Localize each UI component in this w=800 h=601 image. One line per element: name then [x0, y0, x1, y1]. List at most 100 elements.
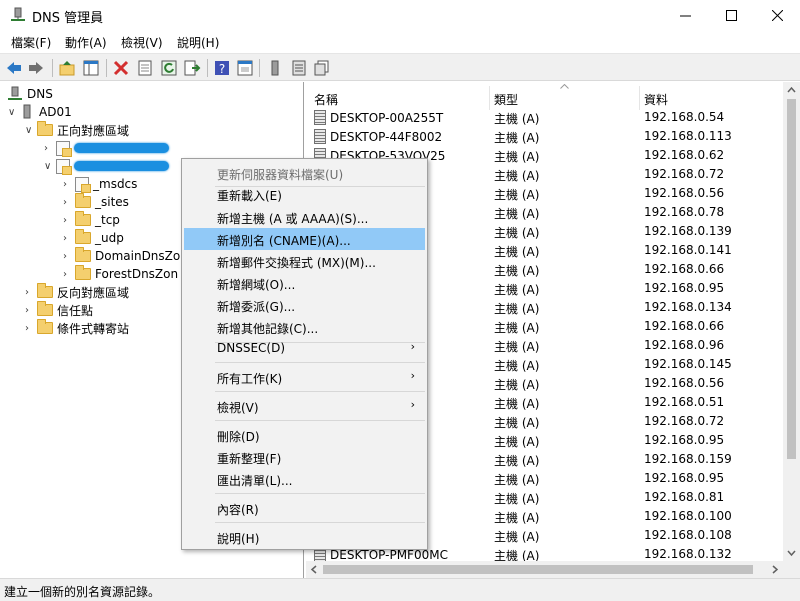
scroll-up-arrow-icon[interactable] — [783, 82, 800, 99]
tree-label: _msdcs — [93, 177, 138, 191]
chevron-right-icon[interactable]: › — [63, 179, 75, 190]
tree-item-trust-points[interactable]: › 信任點 — [25, 301, 93, 319]
context-menu-item[interactable]: 說明(H) — [184, 526, 425, 548]
menu-file[interactable]: 檔案(F) — [11, 34, 51, 51]
toolbar-separator — [207, 59, 208, 77]
host-record-icon — [314, 110, 326, 125]
copy-icon[interactable] — [313, 59, 331, 77]
tree-item-forward-zones[interactable]: ∨ 正向對應區域 — [25, 121, 129, 139]
record-type: 主機 (A) — [494, 435, 540, 449]
tree-item-msdcs[interactable]: › _msdcs — [63, 175, 137, 193]
menu-item-label: 重新整理(F) — [217, 452, 282, 466]
menu-item-label: DNSSEC(D) — [217, 341, 286, 355]
context-menu-item[interactable]: 新增主機 (A 或 AAAA)(S)... — [184, 206, 425, 228]
column-header-name[interactable]: 名稱 — [310, 86, 490, 110]
tree-label: DomainDnsZo — [95, 249, 181, 263]
tree-item-forestdnszones[interactable]: › ForestDnsZon — [63, 265, 178, 283]
tree-item-dns-root[interactable]: DNS — [8, 85, 53, 103]
tree-item-server[interactable]: ∨ AD01 — [8, 103, 72, 121]
context-menu-item[interactable]: 所有工作(K) › — [184, 366, 425, 388]
zone-icon — [75, 176, 91, 193]
tree-item-zone-redacted-2[interactable]: ∨ — [44, 157, 169, 175]
context-menu-item[interactable]: 重新載入(E) — [184, 183, 425, 205]
export-list-icon[interactable] — [183, 59, 201, 77]
tree-item-udp[interactable]: › _udp — [63, 229, 124, 247]
context-menu-item[interactable]: 重新整理(F) — [184, 446, 425, 468]
table-row[interactable]: DESKTOP-44F8002 主機 (A) 192.168.0.113 — [306, 127, 783, 146]
toolbar-separator — [52, 59, 53, 77]
tree-item-sites[interactable]: › _sites — [63, 193, 129, 211]
context-menu-item[interactable]: 匯出清單(L)... — [184, 468, 425, 490]
chevron-right-icon[interactable]: › — [63, 233, 75, 244]
list-icon[interactable] — [290, 59, 308, 77]
tree-item-conditional-forwarders[interactable]: › 條件式轉寄站 — [25, 319, 129, 337]
record-data: 192.168.0.54 — [644, 110, 725, 124]
record-name: DESKTOP-00A255T — [314, 110, 443, 125]
chevron-down-icon[interactable]: ∨ — [44, 161, 56, 172]
delete-icon[interactable] — [112, 59, 130, 77]
chevron-down-icon[interactable]: ∨ — [8, 107, 20, 118]
chevron-down-icon[interactable]: ∨ — [25, 125, 37, 136]
scrollbar-thumb[interactable] — [787, 99, 796, 459]
help-icon[interactable]: ? — [213, 59, 231, 77]
refresh-icon[interactable] — [160, 59, 178, 77]
column-header-data[interactable]: 資料 — [640, 86, 783, 110]
scroll-right-arrow-icon[interactable] — [766, 561, 783, 578]
context-menu-item[interactable]: 新增別名 (CNAME)(A)... — [184, 228, 425, 250]
scroll-left-arrow-icon[interactable] — [306, 561, 323, 578]
scroll-down-arrow-icon[interactable] — [783, 544, 800, 561]
folder-icon — [37, 121, 53, 136]
show-hide-tree-icon[interactable] — [82, 59, 100, 77]
record-type: 主機 (A) — [494, 530, 540, 544]
minimize-button[interactable] — [662, 0, 708, 31]
forward-arrow-icon[interactable] — [27, 59, 45, 77]
tree-item-reverse-zones[interactable]: › 反向對應區域 — [25, 283, 129, 301]
chevron-right-icon[interactable]: › — [25, 323, 37, 334]
tree-label: 信任點 — [57, 303, 94, 318]
chevron-right-icon[interactable]: › — [25, 305, 37, 316]
server-icon[interactable] — [266, 59, 284, 77]
context-menu-item[interactable]: 新增郵件交換程式 (MX)(M)... — [184, 250, 425, 272]
scrollbar-thumb[interactable] — [323, 565, 753, 574]
record-type: 主機 (A) — [494, 226, 540, 240]
tree-item-domaindnszones[interactable]: › DomainDnsZo — [63, 247, 180, 265]
context-menu-item[interactable]: 新增其他記錄(C)... — [184, 316, 425, 338]
table-row[interactable]: DESKTOP-00A255T 主機 (A) 192.168.0.54 — [306, 108, 783, 127]
properties-icon[interactable] — [136, 59, 154, 77]
context-menu-item[interactable]: 新增委派(G)... — [184, 294, 425, 316]
record-data: 192.168.0.66 — [644, 262, 725, 276]
context-menu-item[interactable]: 內容(R) — [184, 497, 425, 519]
console-view-icon[interactable] — [236, 59, 254, 77]
chevron-right-icon[interactable]: › — [63, 197, 75, 208]
chevron-right-icon[interactable]: › — [63, 215, 75, 226]
maximize-button[interactable] — [708, 0, 754, 31]
menu-item-label: 說明(H) — [217, 532, 260, 546]
close-button[interactable] — [754, 0, 800, 31]
context-menu-item[interactable]: 刪除(D) — [184, 424, 425, 446]
tree-label: 正向對應區域 — [57, 123, 130, 138]
chevron-right-icon[interactable]: › — [63, 251, 75, 262]
up-folder-icon[interactable] — [58, 59, 76, 77]
tree-item-zone-redacted-1[interactable]: › — [44, 139, 169, 157]
back-arrow-icon[interactable] — [5, 59, 23, 77]
context-menu-item[interactable]: 新增網域(O)... — [184, 272, 425, 294]
chevron-right-icon[interactable]: › — [63, 269, 75, 280]
tree-item-tcp[interactable]: › _tcp — [63, 211, 120, 229]
record-data: 192.168.0.95 — [644, 281, 725, 295]
context-menu-item[interactable]: 檢視(V) › — [184, 395, 425, 417]
menu-separator — [215, 391, 425, 392]
menu-separator — [215, 522, 425, 523]
dns-app-icon — [11, 7, 25, 21]
vertical-scrollbar[interactable] — [783, 82, 800, 578]
menu-action[interactable]: 動作(A) — [65, 34, 107, 51]
chevron-right-icon[interactable]: › — [44, 143, 56, 154]
record-type: 主機 (A) — [494, 112, 540, 126]
redacted-zone-name — [74, 143, 169, 153]
context-menu-item[interactable]: DNSSEC(D) › — [184, 337, 425, 359]
horizontal-scrollbar[interactable] — [306, 561, 783, 578]
menu-view[interactable]: 檢視(V) — [121, 34, 163, 51]
menu-item-label: 內容(R) — [217, 503, 259, 517]
menu-help[interactable]: 說明(H) — [177, 34, 219, 51]
chevron-right-icon[interactable]: › — [25, 287, 37, 298]
column-header-type[interactable]: 類型 — [490, 86, 640, 110]
